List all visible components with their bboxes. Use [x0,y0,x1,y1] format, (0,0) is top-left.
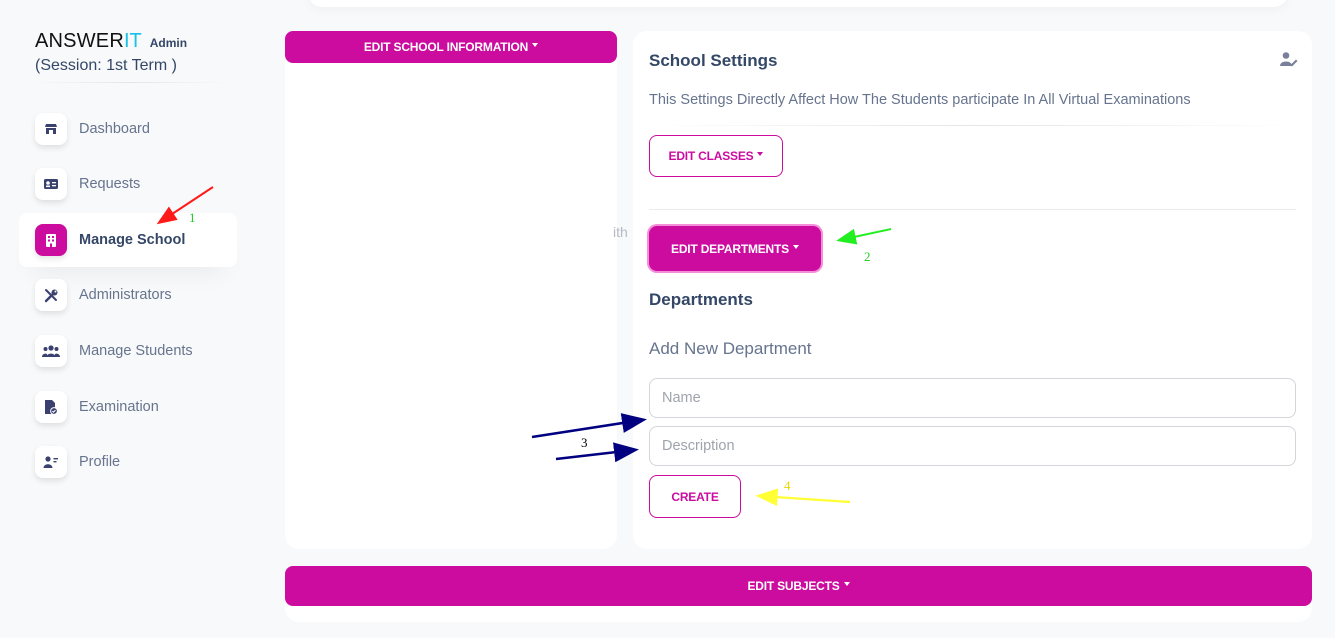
brand-name: ANSWER [35,30,124,52]
file-check-icon [35,391,67,423]
add-new-department-heading: Add New Department [649,339,812,358]
store-icon [35,113,67,145]
school-settings-subtitle: This Settings Directly Affect How The St… [649,92,1191,108]
user-icon [35,446,67,478]
brand-role: Admin [149,36,188,50]
sidebar-item-administrators[interactable]: Administrators [19,268,237,322]
school-settings-title: School Settings [649,51,778,70]
sidebar-item-label: Examination [79,399,159,415]
sidebar-item-examination[interactable]: Examination [19,380,237,434]
edit-school-information-button[interactable]: EDIT SCHOOL INFORMATION [285,31,617,63]
tools-icon [35,279,67,311]
edit-departments-button[interactable]: EDIT DEPARTMENTS [649,226,821,271]
brand-name-accent: IT [123,30,142,52]
create-button[interactable]: CREATE [649,475,741,518]
id-card-icon [35,168,67,200]
caret-down-icon [532,43,539,47]
sidebar-item-label: Manage Students [79,343,193,359]
building-icon [35,224,67,256]
department-name-input[interactable] [649,378,1296,418]
sidebar-item-profile[interactable]: Profile [19,435,237,489]
divider [649,125,1296,126]
create-label: CREATE [671,489,719,504]
subjects-card: EDIT SUBJECTS [285,566,1312,622]
sidebar-divider [30,82,230,83]
sidebar-item-label: Requests [79,176,141,192]
sidebar-item-manage-students[interactable]: Manage Students [19,324,237,378]
brand: ANSWER IT Admin (Session: 1st Term ) [35,30,187,75]
departments-title: Departments [649,290,753,309]
obscured-text: ith [613,224,628,240]
caret-down-icon [843,582,850,586]
divider [649,209,1296,210]
sidebar-item-label: Manage School [79,232,186,248]
sidebar: ANSWER IT Admin (Session: 1st Term ) Dash… [0,0,255,638]
edit-subjects-button[interactable]: EDIT SUBJECTS [285,566,1312,606]
sidebar-item-dashboard[interactable]: Dashboard [19,102,237,156]
edit-school-information-label: EDIT SCHOOL INFORMATION [363,40,529,54]
caret-down-icon [757,152,764,156]
school-information-card: EDIT SCHOOL INFORMATION [285,31,617,549]
sidebar-item-label: Profile [79,454,121,470]
edit-classes-button[interactable]: EDIT CLASSES [649,135,783,177]
department-description-input[interactable] [649,426,1296,466]
top-card-edge [308,0,1288,7]
sidebar-item-manage-school[interactable]: Manage School [19,213,237,267]
edit-departments-label: EDIT DEPARTMENTS [671,241,789,256]
school-settings-card: School Settings This Settings Directly A… [633,31,1312,549]
caret-down-icon [792,244,799,249]
sidebar-item-label: Administrators [79,287,172,303]
user-edit-icon[interactable] [1280,51,1298,72]
session-label: (Session: 1st Term ) [35,57,177,74]
sidebar-item-requests[interactable]: Requests [19,157,237,211]
edit-subjects-label: EDIT SUBJECTS [747,579,840,593]
sidebar-item-label: Dashboard [79,121,150,137]
users-icon [35,335,67,367]
edit-classes-label: EDIT CLASSES [668,149,754,163]
